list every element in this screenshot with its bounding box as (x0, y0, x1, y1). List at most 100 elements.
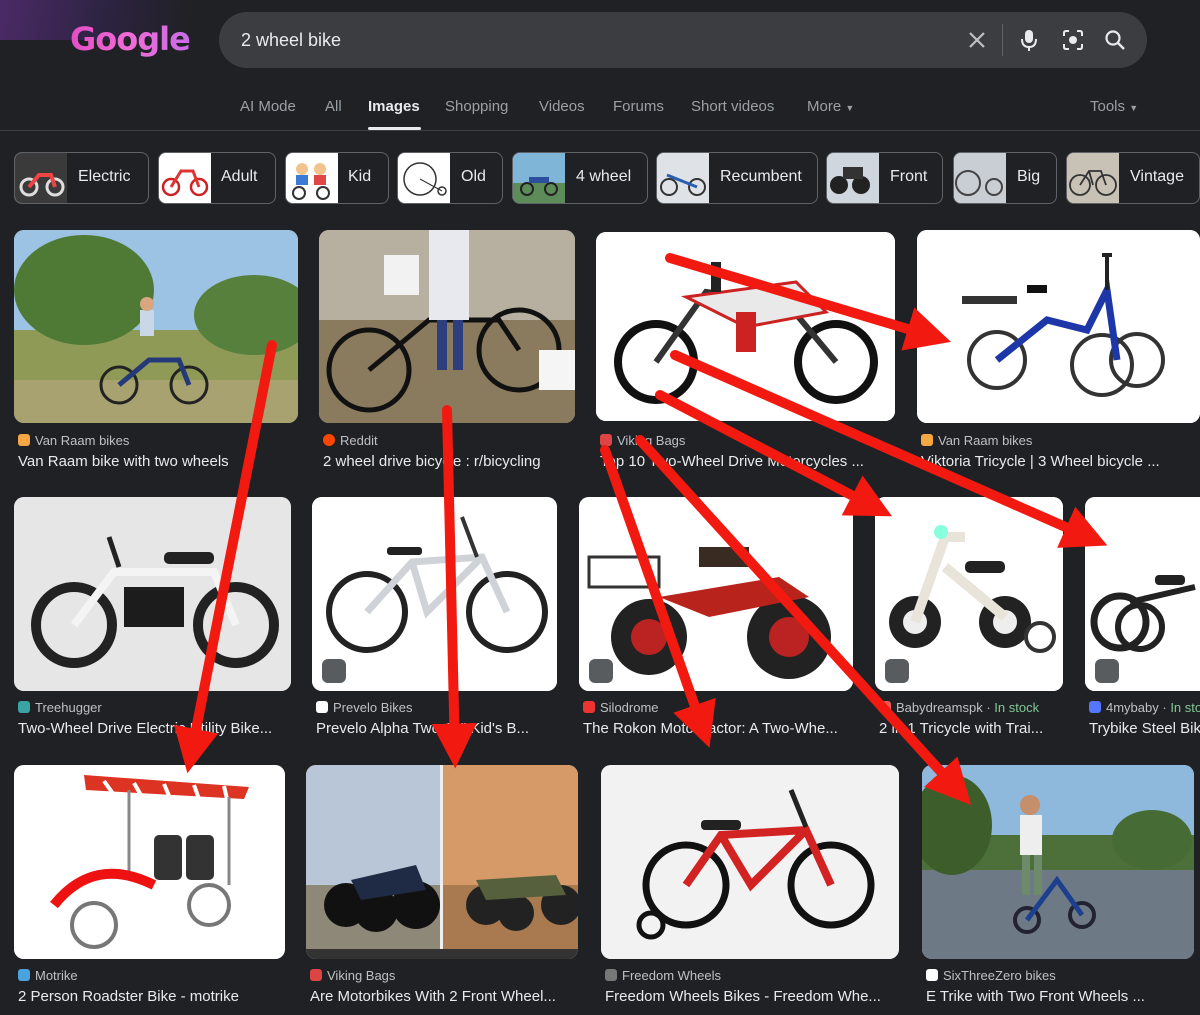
chip-thumbnail (159, 153, 211, 203)
result-title[interactable]: Are Motorbikes With 2 Front Wheel... (310, 988, 578, 1005)
chip-label: Recumbent (720, 168, 802, 185)
site-favicon-icon (600, 434, 612, 446)
chip-thumbnail (954, 153, 1006, 203)
result-source[interactable]: Reddit (323, 433, 378, 448)
result-title[interactable]: Top 10 Two-Wheel Drive Motorcycles ... (600, 453, 890, 470)
source-name: Treehugger (35, 700, 102, 715)
search-bar[interactable] (219, 12, 1147, 68)
result-source[interactable]: Prevelo Bikes (316, 700, 412, 715)
chip-thumbnail (513, 153, 565, 203)
search-input[interactable] (241, 12, 941, 68)
result-source[interactable]: 4mybaby · In stock (1089, 700, 1200, 715)
result-source[interactable]: Viking Bags (310, 968, 395, 983)
e-trike-photo (922, 765, 1194, 959)
site-favicon-icon (316, 701, 328, 713)
result-image[interactable] (14, 497, 291, 691)
chip-recumbent[interactable]: Recumbent (656, 152, 818, 204)
chip-old[interactable]: Old (397, 152, 503, 204)
search-divider (1002, 24, 1003, 56)
chip-vintage[interactable]: Vintage (1066, 152, 1200, 204)
motorbike-photo (306, 765, 578, 959)
result-image[interactable] (306, 765, 578, 959)
tab-all[interactable]: All (325, 98, 342, 115)
chip-adult[interactable]: Adult (158, 152, 276, 204)
result-image[interactable] (14, 765, 285, 959)
source-name: Babydreamspk (896, 700, 983, 715)
result-title[interactable]: Van Raam bike with two wheels (18, 453, 298, 470)
result-image[interactable] (14, 230, 298, 423)
stock-status: In stock (1170, 700, 1200, 715)
result-title[interactable]: 2 wheel drive bicycle : r/bicycling (323, 453, 575, 470)
chip-label: Kid (348, 168, 372, 185)
tools-button[interactable]: Tools ▼ (1090, 98, 1138, 115)
chip-label: 4 wheel (576, 168, 632, 185)
site-favicon-icon (879, 701, 891, 713)
chip-thumbnail (1067, 153, 1119, 203)
result-image[interactable] (601, 765, 899, 959)
result-source[interactable]: Motrike (18, 968, 78, 983)
tab-images[interactable]: Images (368, 98, 420, 115)
tab-videos[interactable]: Videos (539, 98, 585, 115)
result-source[interactable]: Silodrome (583, 700, 659, 715)
result-title[interactable]: 2 Person Roadster Bike - motrike (18, 988, 285, 1005)
result-image[interactable] (312, 497, 557, 691)
result-image[interactable] (319, 230, 575, 423)
site-favicon-icon (1089, 701, 1101, 713)
product-tag-icon (885, 659, 909, 683)
tab-ai-mode[interactable]: AI Mode (240, 98, 296, 115)
source-name: Silodrome (600, 700, 659, 715)
result-title[interactable]: The Rokon Motortractor: A Two-Whe... (583, 720, 853, 737)
chip-4-wheel[interactable]: 4 wheel (512, 152, 648, 204)
tab-forums[interactable]: Forums (613, 98, 664, 115)
result-image[interactable] (875, 497, 1063, 691)
tab-shopping[interactable]: Shopping (445, 98, 508, 115)
site-favicon-icon (583, 701, 595, 713)
result-image[interactable] (596, 232, 895, 421)
result-image[interactable] (922, 765, 1194, 959)
source-name: SixThreeZero bikes (943, 968, 1056, 983)
lens-icon[interactable] (1059, 26, 1087, 54)
result-source[interactable]: SixThreeZero bikes (926, 968, 1056, 983)
chip-label: Front (890, 168, 928, 185)
result-source[interactable]: Van Raam bikes (18, 433, 129, 448)
result-image[interactable] (1085, 497, 1200, 691)
result-image[interactable] (917, 230, 1200, 423)
result-title[interactable]: 2 in 1 Tricycle with Trai... (879, 720, 1059, 737)
tricycle-photo (917, 230, 1200, 423)
chip-kid[interactable]: Kid (285, 152, 389, 204)
result-title[interactable]: E Trike with Two Front Wheels ... (926, 988, 1194, 1005)
result-title[interactable]: Prevelo Alpha Two 16" Kid's B... (316, 720, 557, 737)
microphone-icon[interactable] (1015, 26, 1043, 54)
result-title[interactable]: Two-Wheel Drive Electric Utility Bike... (18, 720, 291, 737)
source-name: 4mybaby (1106, 700, 1159, 715)
result-source[interactable]: Viking Bags (600, 433, 685, 448)
source-name: Van Raam bikes (938, 433, 1033, 448)
chip-thumbnail (286, 153, 338, 203)
tab-short-videos[interactable]: Short videos (691, 98, 774, 115)
result-source[interactable]: Babydreamspk · In stock (879, 700, 1039, 715)
chip-front[interactable]: Front (826, 152, 943, 204)
search-icon[interactable] (1101, 26, 1129, 54)
chip-label: Vintage (1130, 168, 1184, 185)
result-image[interactable] (579, 497, 853, 691)
chip-thumbnail (827, 153, 879, 203)
site-favicon-icon (921, 434, 933, 446)
result-title[interactable]: Freedom Wheels Bikes - Freedom Whe... (605, 988, 895, 1005)
result-title[interactable]: Viktoria Tricycle | 3 Wheel bicycle ... (921, 453, 1200, 470)
kids-bike-photo (312, 497, 557, 691)
chip-electric[interactable]: Electric (14, 152, 149, 204)
chip-label: Big (1017, 168, 1041, 185)
chip-big[interactable]: Big (953, 152, 1057, 204)
source-name: Viking Bags (327, 968, 396, 983)
result-source[interactable]: Treehugger (18, 700, 102, 715)
result-title[interactable]: Trybike Steel Bike (1089, 720, 1200, 737)
tab-more[interactable]: More ▼ (807, 98, 854, 115)
tools-label: Tools (1090, 98, 1126, 115)
result-source[interactable]: Freedom Wheels (605, 968, 721, 983)
motorcycle-photo (579, 497, 853, 691)
caret-down-icon: ▼ (845, 103, 855, 113)
site-favicon-icon (323, 434, 335, 446)
result-source[interactable]: Van Raam bikes (921, 433, 1032, 448)
google-logo[interactable]: Google (70, 20, 191, 58)
clear-icon[interactable] (963, 26, 991, 54)
